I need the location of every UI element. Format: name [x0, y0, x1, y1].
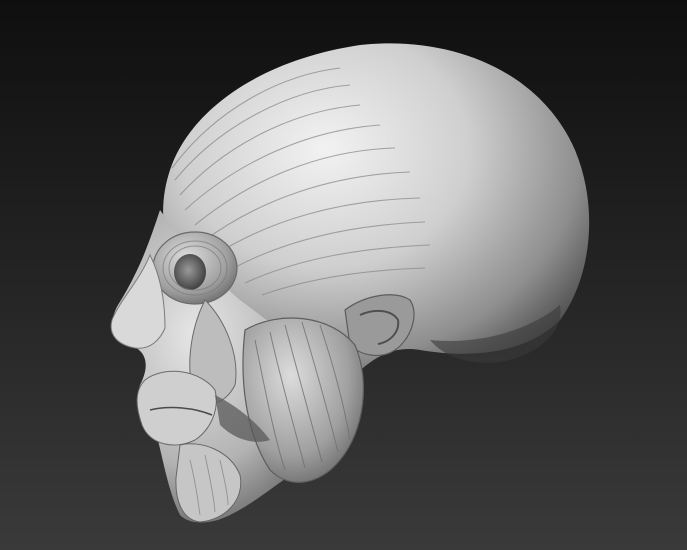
render-viewport [0, 0, 687, 550]
sculpt-render [0, 0, 687, 550]
eye-icon [174, 254, 206, 290]
